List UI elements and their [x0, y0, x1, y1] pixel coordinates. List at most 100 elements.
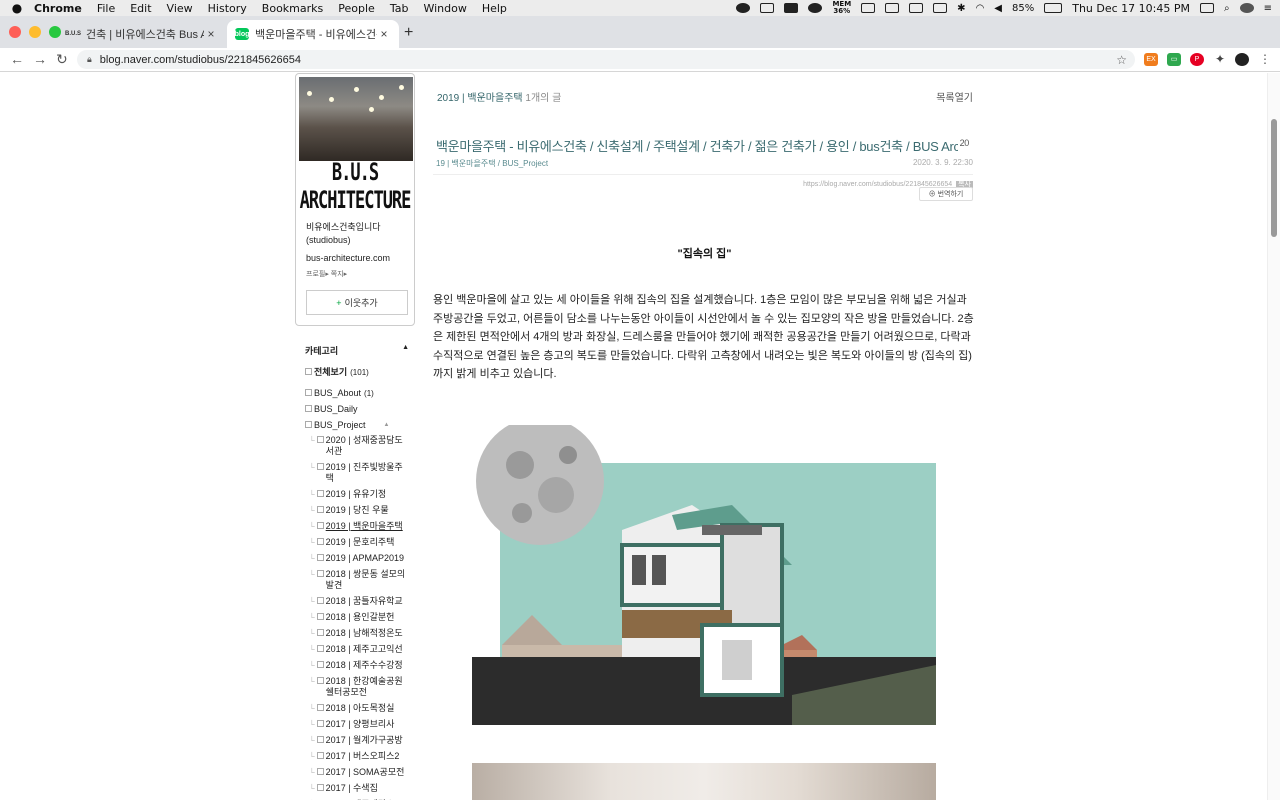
subcategory-item[interactable]: └ 2018 | 아도목정실: [295, 703, 415, 714]
subcategory-item[interactable]: └ 2018 | 남해적정온도: [295, 628, 415, 639]
menu-edit[interactable]: Edit: [130, 2, 151, 15]
privacy-icon[interactable]: [885, 3, 900, 13]
interior-photo[interactable]: [472, 763, 936, 800]
battery-icon[interactable]: [1044, 3, 1063, 13]
window-controls: [9, 26, 61, 38]
menu-tab[interactable]: Tab: [390, 2, 409, 15]
bookmark-star-icon[interactable]: ☆: [1116, 53, 1127, 67]
subcategory-item[interactable]: └ 2019 | 유유기정: [295, 489, 415, 500]
profile-photo[interactable]: [299, 77, 413, 161]
subcategory-item[interactable]: └ 2017 | 버스오피스2: [295, 751, 415, 762]
subcategory-item[interactable]: └ 2018 | 꿈틀자유학교: [295, 596, 415, 607]
category-item-project[interactable]: BUS_Project ▲: [295, 420, 415, 431]
address-bar[interactable]: 🔒︎ blog.naver.com/studiobus/221845626654…: [77, 50, 1135, 69]
display-icon[interactable]: [933, 3, 948, 13]
category-box-icon: [316, 554, 324, 561]
subcategory-label: 2018 | 한강예술공원 쉘터공모전: [325, 676, 403, 697]
category-count: (1): [364, 389, 374, 398]
subcategory-item[interactable]: └ 2017 | SOMA공모전: [295, 767, 415, 778]
subcategory-label: 2019 | 유유기정: [325, 489, 387, 499]
volume-icon[interactable]: ◀: [994, 3, 1002, 14]
collapse-caret-icon[interactable]: ▲: [384, 420, 390, 431]
subcategory-item[interactable]: └ 2019 | 진주빛방울주택: [295, 462, 415, 484]
spotlight-icon[interactable]: ⌕: [1224, 3, 1230, 14]
bus-favicon-icon: B.U.S: [65, 31, 82, 37]
menu-file[interactable]: File: [97, 2, 115, 15]
post-category-path[interactable]: 19 | 백운마을주택 / BUS_Project: [436, 158, 548, 169]
record-icon[interactable]: [736, 3, 751, 13]
control-center-icon[interactable]: ≡: [1264, 3, 1272, 14]
minimize-window-button[interactable]: [29, 26, 41, 38]
subcategory-item[interactable]: └ 2020 | 성재중꿈담도서관: [295, 435, 415, 457]
homepage-link[interactable]: bus-architecture.com: [299, 253, 411, 263]
category-item-all[interactable]: 전체보기 (101): [295, 367, 415, 378]
dropbox-icon[interactable]: [760, 3, 775, 13]
chrome-menu-icon[interactable]: ⋮: [1258, 53, 1272, 66]
menu-history[interactable]: History: [208, 2, 247, 15]
house-section-illustration[interactable]: [472, 425, 936, 725]
pinterest-icon[interactable]: P: [1190, 53, 1204, 66]
current-category-link[interactable]: 2019 | 백운마을주택: [437, 93, 523, 104]
tree-branch-icon: └: [309, 661, 315, 670]
extension-screen-icon[interactable]: ▭: [1167, 53, 1181, 66]
subcategory-item[interactable]: └ 2017 | 양평브리사: [295, 719, 415, 730]
menu-people[interactable]: People: [338, 2, 375, 15]
apple-menu-icon[interactable]: ●: [0, 1, 34, 15]
menu-help[interactable]: Help: [482, 2, 507, 15]
subcategory-item[interactable]: └ 2018 | 한강예술공원 쉘터공모전: [295, 676, 415, 698]
close-window-button[interactable]: [9, 26, 21, 38]
tab-bus-architecture[interactable]: B.U.S 건축 | 비유에스건축 Bus Architect ×: [58, 20, 226, 48]
page-scrollbar[interactable]: [1267, 73, 1280, 800]
subcategory-item[interactable]: └ 2018 | 제주고고익선: [295, 644, 415, 655]
collapse-caret-icon[interactable]: ▲: [402, 344, 409, 357]
subcategory-item[interactable]: └ 2018 | 용인갈분헌: [295, 612, 415, 623]
close-tab-icon[interactable]: ×: [204, 27, 218, 41]
back-arrow-icon[interactable]: ←: [10, 51, 24, 67]
subcategory-item[interactable]: └ 2018 | 제주수수강정: [295, 660, 415, 671]
menu-bookmarks[interactable]: Bookmarks: [262, 2, 323, 15]
subcategory-item[interactable]: └ 2019 | APMAP2019: [295, 553, 415, 564]
scrollbar-thumb[interactable]: [1271, 119, 1277, 237]
new-tab-button[interactable]: +: [404, 24, 413, 42]
tab-bar: B.U.S 건축 | 비유에스건축 Bus Architect × blog 백…: [0, 16, 1280, 48]
wifi-icon[interactable]: ◠: [976, 3, 985, 14]
battery-percent[interactable]: 85%: [1012, 3, 1034, 14]
subcategory-item[interactable]: └ 2019 | 문호리주택: [295, 537, 415, 548]
menu-app-name[interactable]: Chrome: [34, 2, 82, 15]
extension-ex-icon[interactable]: EX: [1144, 53, 1158, 66]
cloud-icon[interactable]: [784, 3, 799, 13]
clock-icon[interactable]: [909, 3, 924, 13]
profile-avatar-icon[interactable]: [1235, 53, 1249, 66]
open-list-button[interactable]: 목록열기: [936, 89, 973, 104]
subcategory-item[interactable]: └ 2017 | 수색집: [295, 783, 415, 794]
extensions-puzzle-icon[interactable]: ✦: [1213, 53, 1227, 66]
subcategory-item[interactable]: └ 2017 | 월계가구공방: [295, 735, 415, 746]
subcategory-item[interactable]: └ 2019 | 당진 우물: [295, 505, 415, 516]
profile-message-links[interactable]: 프로필▸ 쪽지▸: [299, 269, 411, 279]
translate-button[interactable]: ⊕ 번역하기: [919, 187, 973, 201]
sync-icon[interactable]: [808, 3, 823, 13]
datetime[interactable]: Thu Dec 17 10:45 PM: [1072, 2, 1190, 15]
add-neighbor-button[interactable]: + 이웃추가: [306, 290, 408, 315]
menu-view[interactable]: View: [167, 2, 193, 15]
input-source-icon[interactable]: [1200, 3, 1214, 13]
glasses-icon[interactable]: [861, 3, 876, 13]
forward-arrow-icon[interactable]: →: [33, 51, 47, 67]
memory-indicator[interactable]: MEM 36%: [832, 1, 851, 15]
menu-window[interactable]: Window: [423, 2, 466, 15]
blog-logo[interactable]: B.U.S ARCHITECTURE: [299, 159, 412, 215]
category-header[interactable]: 카테고리 ▲: [295, 344, 415, 357]
bluetooth-icon[interactable]: ✱: [957, 3, 965, 14]
tab-naver-blog[interactable]: blog 백운마을주택 - 비유에스건축 / 신축설 ×: [227, 20, 399, 48]
close-tab-icon[interactable]: ×: [377, 27, 391, 41]
category-item-daily[interactable]: BUS_Daily: [295, 404, 415, 415]
reload-icon[interactable]: ↻: [56, 51, 68, 68]
url-text[interactable]: blog.naver.com/studiobus/221845626654: [100, 54, 301, 66]
subcategory-item[interactable]: └ 2018 | 쌍문동 설모의 발견: [295, 569, 415, 591]
user-icon[interactable]: [1239, 3, 1254, 13]
subcategory-item[interactable]: └ 2019 | 백운마을주택: [295, 521, 415, 532]
lock-icon[interactable]: 🔒︎: [87, 54, 92, 65]
category-item-about[interactable]: BUS_About (1): [295, 388, 415, 399]
tree-branch-icon: └: [309, 704, 315, 713]
category-label: 전체보기: [314, 367, 348, 377]
